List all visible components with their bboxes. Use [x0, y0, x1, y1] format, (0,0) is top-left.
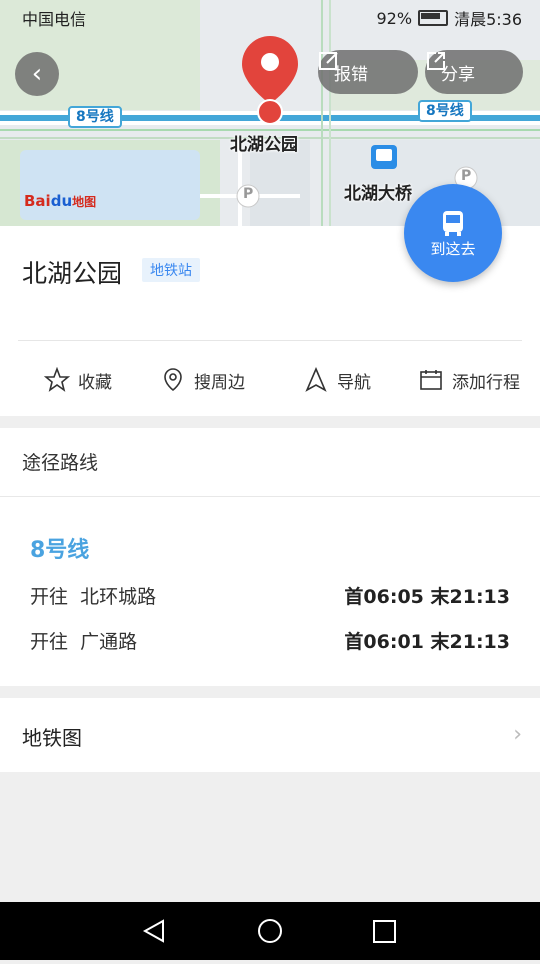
direction-row[interactable]: 开往 北环城路 首06:05 末21:13: [30, 580, 510, 610]
chevron-left-icon: ‹: [31, 59, 43, 89]
navigation-arrow-icon: [305, 367, 327, 392]
chevron-right-icon: ›: [513, 722, 522, 747]
logo-text-map: 地图: [72, 195, 97, 209]
add-trip-label: 添加行程: [452, 372, 520, 393]
subway-map-row[interactable]: 地铁图 ›: [0, 698, 540, 772]
share-icon: [427, 52, 445, 70]
route-card: 途径路线 8号线 开往 北环城路 首06:05 末21:13 开往 广通路 首0…: [0, 428, 540, 686]
line-name: 8号线: [30, 538, 90, 563]
calendar-icon: [420, 370, 442, 390]
parking-icon: P: [243, 186, 254, 202]
direction-prefix: 开往: [30, 585, 69, 608]
place-type-badge: 地铁站: [142, 258, 200, 282]
line-tag-left: 8号线: [68, 106, 122, 128]
line-tag-right: 8号线: [418, 100, 472, 122]
nav-buttons: [142, 919, 396, 943]
status-bar: 中国电信 92% 清晨5:36: [0, 0, 540, 36]
action-bar: 收藏 搜周边 导航 添加行程: [0, 360, 540, 400]
edit-icon: [319, 52, 338, 70]
route-section-title: 途径路线: [22, 452, 99, 474]
navigate-label: 导航: [337, 372, 371, 393]
star-icon: [44, 367, 70, 392]
nearby-search-button[interactable]: 搜周边: [160, 360, 245, 400]
status-right: 92% 清晨5:36: [377, 6, 523, 30]
parking-icon: P: [461, 168, 472, 184]
logo-text-bai: Bai: [24, 192, 51, 210]
schedule-times: 首06:01 末21:13: [344, 630, 510, 653]
add-trip-button[interactable]: 添加行程: [418, 360, 520, 400]
direction-text: 开往 广通路: [30, 627, 137, 654]
nearby-search-label: 搜周边: [194, 372, 245, 393]
go-here-button[interactable]: 到这去: [404, 184, 502, 282]
place-name: 北湖公园: [22, 259, 123, 288]
back-nav-icon[interactable]: [142, 919, 164, 943]
system-nav-bar: [0, 902, 540, 960]
logo-text-du: du: [50, 192, 73, 210]
share-button[interactable]: 分享: [425, 50, 523, 94]
favorite-label: 收藏: [78, 372, 112, 393]
battery-icon: [418, 10, 449, 26]
subway-map-label: 地铁图: [22, 726, 82, 750]
station-label: 北湖大桥: [344, 184, 412, 204]
direction-row[interactable]: 开往 广通路 首06:01 末21:13: [30, 625, 510, 655]
clock: 清晨5:36: [454, 10, 522, 29]
bus-icon: [443, 210, 463, 236]
direction-destination: 北环城路: [80, 585, 157, 608]
favorite-button[interactable]: 收藏: [44, 360, 112, 400]
home-nav-icon[interactable]: [258, 919, 282, 943]
pin-label: 北湖公园: [230, 135, 298, 155]
carrier-label: 中国电信: [22, 10, 87, 29]
go-here-label: 到这去: [430, 239, 476, 258]
divider: [18, 340, 522, 341]
back-button[interactable]: ‹: [15, 52, 59, 96]
baidu-logo: Baidu地图: [24, 192, 96, 210]
direction-text: 开往 北环城路: [30, 582, 156, 609]
battery-percent: 92%: [376, 8, 413, 28]
direction-prefix: 开往: [30, 630, 69, 653]
divider: [0, 496, 540, 497]
recents-nav-icon[interactable]: [373, 920, 396, 943]
location-pin-icon: [164, 368, 182, 392]
schedule-times: 首06:05 末21:13: [344, 585, 510, 608]
navigate-button[interactable]: 导航: [303, 360, 371, 400]
direction-destination: 广通路: [80, 630, 138, 653]
report-error-button[interactable]: 报错: [318, 50, 418, 94]
